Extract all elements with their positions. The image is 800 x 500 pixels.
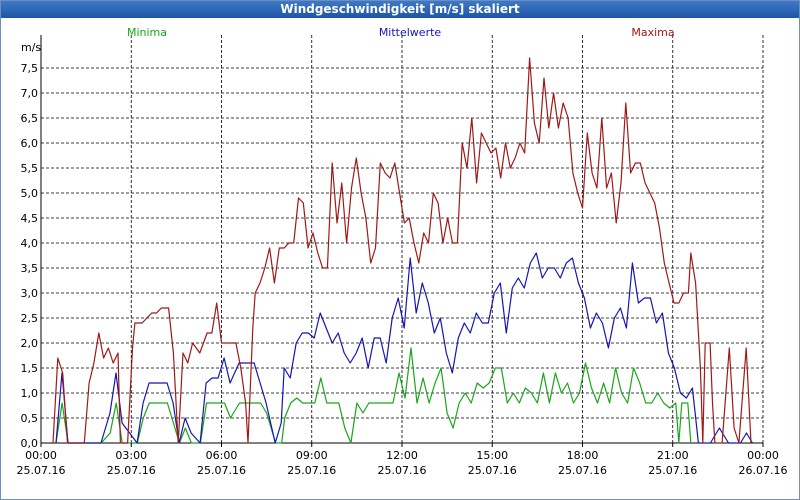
x-tick-date: 25.07.16 [107,464,156,477]
x-tick-time: 12:00 [386,449,418,462]
chart-window: Windgeschwindigkeit [m/s] skaliert Minim… [0,0,800,500]
x-tick-time: 21:00 [657,449,689,462]
y-tick-label: 2,5 [21,312,39,325]
x-tick-time: 00:00 [25,449,57,462]
legend-minima: Minima [127,26,167,39]
x-tick-date: 25.07.16 [468,464,517,477]
x-tick-time: 09:00 [296,449,328,462]
x-tick-time: 15:00 [476,449,508,462]
y-tick-label: 7,5 [21,62,39,75]
y-tick-labels: 0,00,51,01,52,02,53,03,54,04,55,05,56,06… [21,62,39,450]
legend-mittelwerte: Mittelwerte [379,26,442,39]
y-tick-label: 1,0 [21,387,39,400]
x-tick-date: 25.07.16 [197,464,246,477]
chart-title: Windgeschwindigkeit [m/s] skaliert [1,1,799,18]
x-tick-date: 25.07.16 [378,464,427,477]
y-tick-label: 1,5 [21,362,39,375]
y-tick-label: 4,0 [21,237,39,250]
y-tick-label: 6,5 [21,112,39,125]
y-tick-label: 7,0 [21,87,39,100]
series-line-mittelwerte [55,252,754,444]
x-tick-date: 25.07.16 [648,464,697,477]
x-tick-date: 25.07.16 [558,464,607,477]
x-tick-time: 03:00 [115,449,147,462]
wind-speed-chart: Minima Mittelwerte Maxima m/s 0,00,51,01… [17,26,788,477]
y-tick-label: 4,5 [21,212,39,225]
x-tick-date: 26.07.16 [739,464,788,477]
y-tick-label: 3,5 [21,262,39,275]
x-tick-time: 18:00 [567,449,599,462]
x-tick-time: 06:00 [206,449,238,462]
y-tick-label: 2,0 [21,337,39,350]
legend-maxima: Maxima [631,26,674,39]
y-axis-unit: m/s [21,41,41,54]
x-tick-date: 25.07.16 [17,464,66,477]
y-tick-label: 0,5 [21,412,39,425]
series-line-minima [55,347,692,444]
y-tick-label: 5,0 [21,187,39,200]
x-tick-labels: 00:00 25.07.16 03:00 25.07.16 06:00 25.07.16 0… [17,443,788,477]
x-tick-time: 00:00 [747,449,779,462]
y-tick-label: 5,5 [21,162,39,175]
x-tick-date: 25.07.16 [287,464,336,477]
grid [41,35,764,443]
legend: Minima Mittelwerte Maxima [127,26,675,39]
y-tick-label: 6,0 [21,137,39,150]
series-group [52,57,754,444]
y-tick-label: 3,0 [21,287,39,300]
